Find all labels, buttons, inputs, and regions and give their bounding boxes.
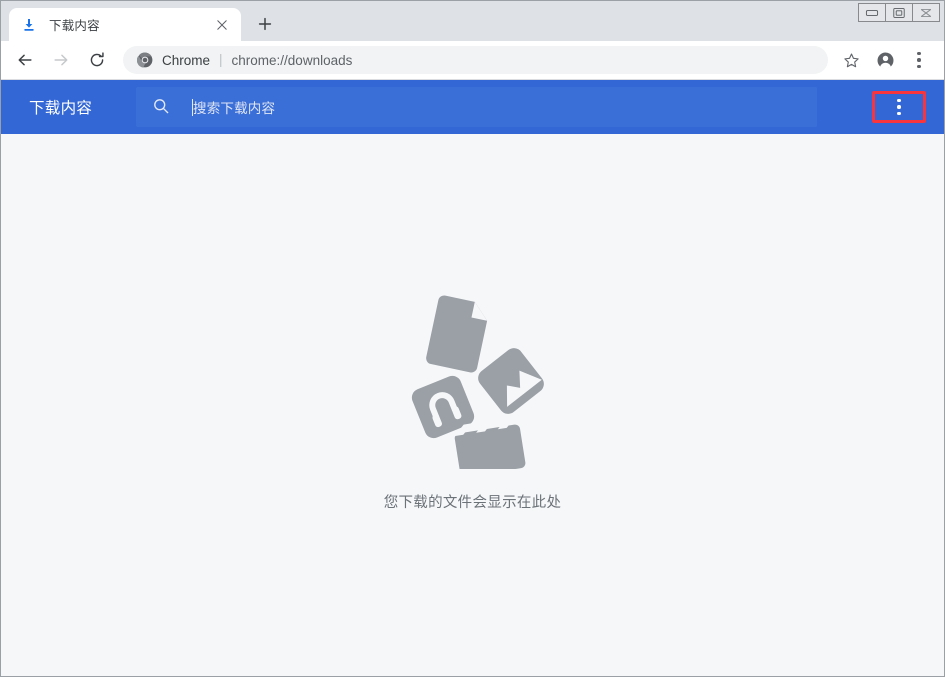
back-arrow-icon[interactable] [10,45,40,75]
star-icon[interactable] [837,46,865,74]
download-icon [21,17,37,33]
forward-arrow-icon [46,45,76,75]
empty-state-message: 您下载的文件会显示在此处 [384,491,562,512]
window-controls [859,3,940,22]
three-dot-menu-icon[interactable] [905,46,933,74]
browser-window: 下载内容 [0,0,945,677]
address-bar[interactable]: Chrome | chrome://downloads [123,46,828,74]
omnibox-url: chrome://downloads [232,53,353,68]
omnibox-separator: | [219,53,223,67]
tab-downloads[interactable]: 下载内容 [9,8,241,41]
three-dot-menu-icon [897,99,901,116]
reload-icon[interactable] [82,45,112,75]
minimize-icon[interactable] [858,3,886,22]
close-icon[interactable] [912,3,940,22]
downloads-list-area: 您下载的文件会显示在此处 [1,134,944,676]
menu-dots [917,52,921,69]
search-input[interactable]: 搜索下载内容 [136,87,817,127]
empty-state: 您下载的文件会显示在此处 [1,289,944,512]
close-tab-icon[interactable] [213,16,231,34]
tab-title: 下载内容 [49,15,207,34]
omnibox-scheme-label: Chrome [162,53,210,68]
page-title: 下载内容 [1,96,136,118]
chrome-logo-icon [137,52,153,68]
downloads-more-actions-button[interactable] [872,91,926,123]
downloads-header: 下载内容 搜索下载内容 [1,80,944,134]
search-placeholder: 搜索下载内容 [193,97,275,117]
search-icon [152,97,172,117]
browser-toolbar: Chrome | chrome://downloads [1,41,944,80]
new-tab-icon[interactable] [251,10,279,38]
profile-avatar-icon[interactable] [871,46,899,74]
downloads-empty-illustration [393,289,553,469]
tab-strip: 下载内容 [1,1,944,41]
restore-icon[interactable] [885,3,913,22]
